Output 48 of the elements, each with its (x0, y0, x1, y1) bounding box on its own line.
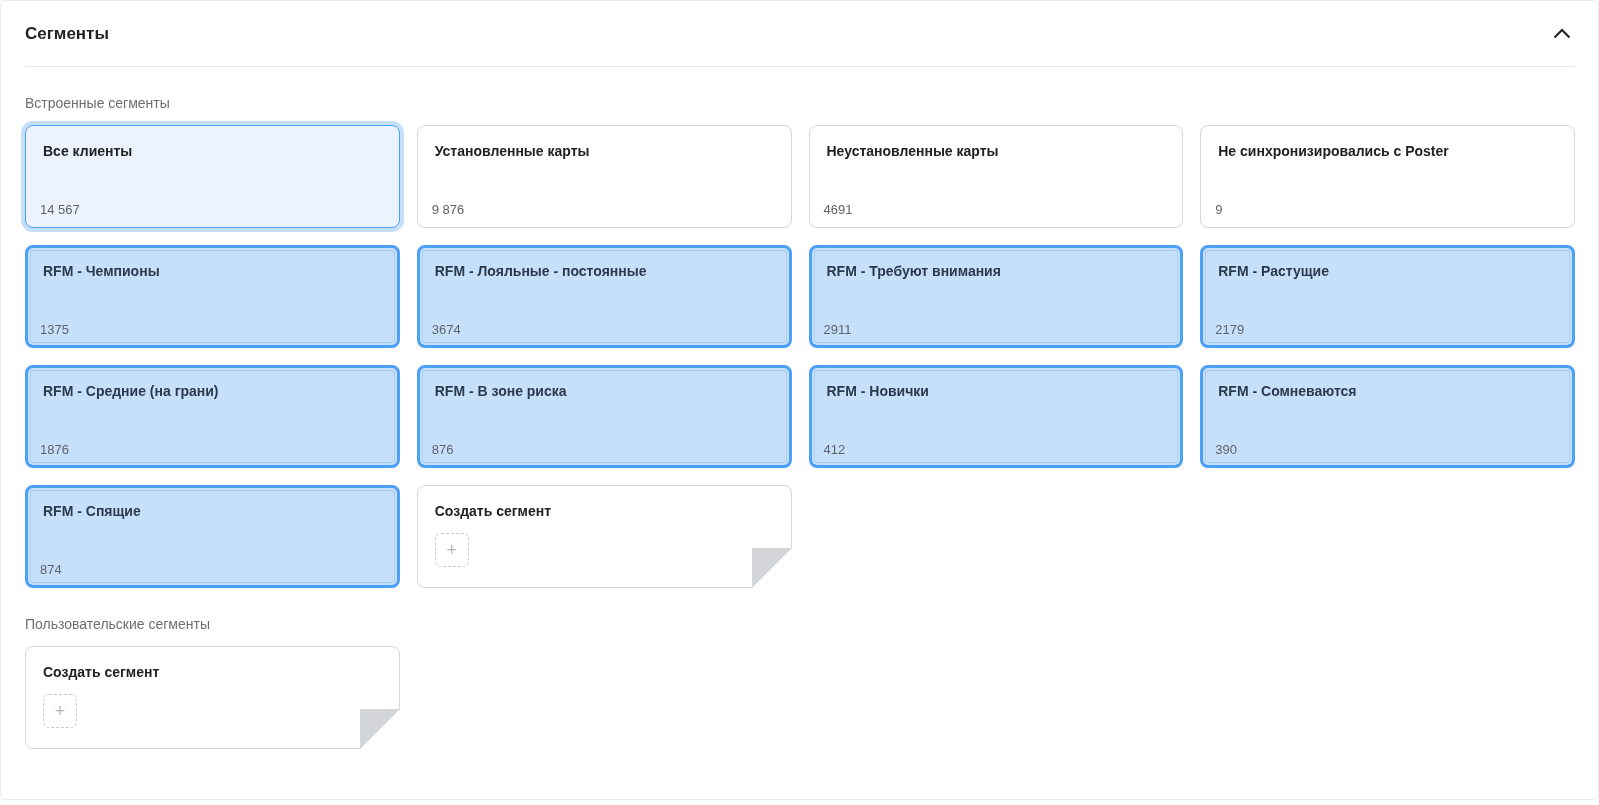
panel-title: Сегменты (25, 23, 109, 44)
folded-corner-drawing (359, 709, 400, 749)
segment-title: RFM - Растущие (1218, 263, 1330, 279)
segment-count: 2179 (1215, 322, 1246, 337)
section-label: Встроенные сегменты (25, 95, 171, 111)
segment-title: RFM - Сомневаются (1218, 383, 1358, 399)
segment-title: Неустановленные карты (826, 143, 1000, 159)
segment-title: Создать сегмент (43, 664, 161, 680)
segment-card[interactable]: RFM - Требуют внимания 2911 (808, 245, 1184, 348)
create-segment-card[interactable]: Создать сегмент + (25, 646, 400, 749)
segment-count: 9 (1215, 202, 1224, 217)
segment-title: RFM - Спящие (43, 503, 142, 519)
segment-card[interactable]: Не синхронизировались с Poster 9 (1200, 125, 1575, 228)
segment-card[interactable]: RFM - Сомневаются 390 (1200, 365, 1575, 468)
segment-count: 2911 (823, 322, 853, 337)
segment-count: 874 (40, 562, 63, 577)
section-label: Пользовательские сегменты (25, 616, 211, 632)
segment-title: RFM - Новички (826, 383, 930, 399)
segment-count: 4691 (823, 202, 854, 217)
segment-card[interactable]: Неустановленные карты 4691 (808, 125, 1184, 228)
segment-title: Все клиенты (43, 143, 134, 159)
folded-corner-drawing (751, 548, 792, 588)
segment-title: RFM - В зоне риска (434, 383, 568, 399)
segment-card[interactable]: RFM - Спящие 874 (25, 485, 400, 588)
segment-title: RFM - Лояльные - постоянные (434, 263, 648, 279)
segment-count: 1375 (40, 322, 70, 337)
segment-count: 3674 (431, 322, 462, 337)
segment-card[interactable]: RFM - Лояльные - постоянные 3674 (416, 245, 792, 348)
segment-title: Не синхронизировались с Poster (1218, 143, 1450, 159)
segment-count: 876 (431, 442, 455, 457)
segment-count: 390 (1215, 442, 1238, 457)
segment-card[interactable]: RFM - Средние (на грани) 1876 (25, 365, 400, 468)
segment-title: RFM - Средние (на грани) (43, 383, 220, 399)
create-segment-card[interactable]: Создать сегмент + (416, 485, 792, 588)
chevron-icon (1553, 28, 1571, 39)
segment-card[interactable]: RFM - В зоне риска 876 (416, 365, 792, 468)
segment-card[interactable]: Установленные карты 9 876 (416, 125, 792, 228)
segment-card[interactable]: RFM - Новички 412 (808, 365, 1184, 468)
segment-count: 412 (823, 442, 847, 457)
segment-count: 14 567 (40, 202, 81, 217)
segment-title: Создать сегмент (434, 503, 553, 519)
segment-title: Установленные карты (434, 143, 591, 159)
segment-count: 9 876 (431, 202, 466, 217)
segment-title: RFM - Требуют внимания (826, 263, 1002, 279)
segment-card[interactable]: RFM - Растущие 2179 (1200, 245, 1575, 348)
segment-count: 1876 (40, 442, 70, 457)
segment-card[interactable]: RFM - Чемпионы 1375 (25, 245, 400, 348)
segment-title: RFM - Чемпионы (43, 263, 161, 279)
